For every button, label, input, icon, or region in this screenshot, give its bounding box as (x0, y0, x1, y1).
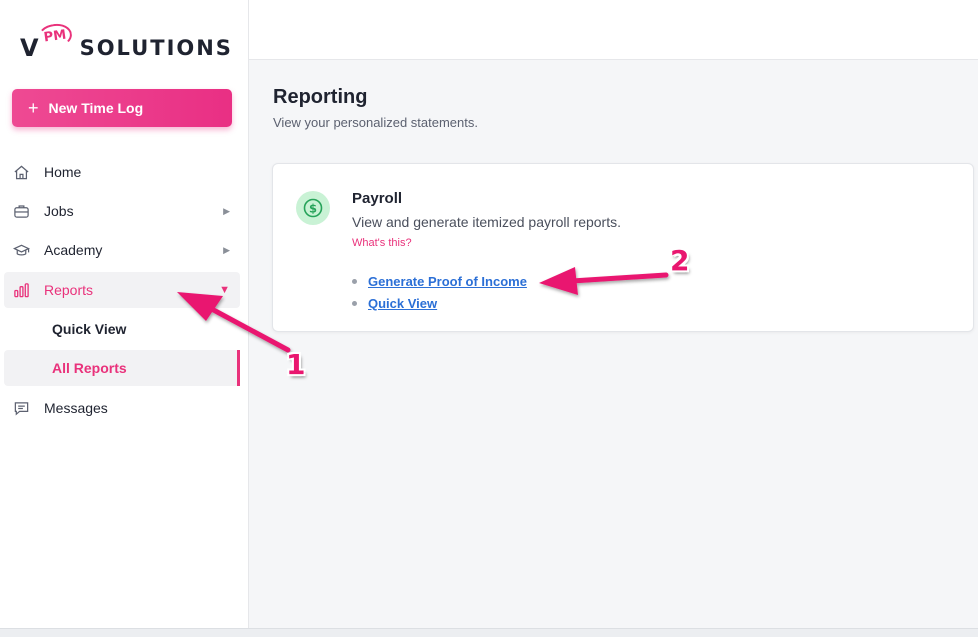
bullet (352, 300, 357, 306)
card-links: Generate Proof of Income Quick View (352, 270, 527, 314)
page-subtitle: View your personalized statements. (273, 115, 478, 130)
logo-text: SOLUTIONS (79, 36, 233, 60)
sidebar-subitem-label: All Reports (52, 360, 127, 376)
sidebar-item-label: Academy (44, 242, 103, 258)
quick-view-link[interactable]: Quick View (368, 296, 437, 311)
payroll-card: $ Payroll View and generate itemized pay… (272, 163, 974, 332)
chevron-down-icon: ▼ (219, 284, 230, 296)
svg-text:$: $ (309, 201, 317, 215)
annotation-number-2: 2 (670, 244, 690, 277)
top-header (249, 0, 978, 60)
sidebar: V PM SOLUTIONS + New Time Log Home Jobs … (0, 0, 249, 628)
generate-proof-of-income-link[interactable]: Generate Proof of Income (368, 274, 527, 289)
dollar-icon: $ (296, 191, 330, 225)
briefcase-icon (12, 202, 30, 220)
home-icon (12, 163, 30, 181)
card-title: Payroll (352, 190, 403, 207)
message-icon (12, 399, 30, 417)
logo-mark: V PM (20, 21, 74, 62)
sidebar-item-academy[interactable]: Academy ▶ (4, 232, 240, 268)
sidebar-item-home[interactable]: Home (4, 154, 240, 190)
bar-chart-icon (12, 281, 30, 299)
page-title: Reporting (273, 86, 368, 108)
list-item: Quick View (352, 292, 527, 314)
bullet (352, 278, 357, 284)
graduation-cap-icon (12, 241, 30, 259)
bottom-scrollbar (0, 628, 978, 637)
sidebar-item-label: Home (44, 164, 82, 180)
chevron-right-icon: ▶ (223, 244, 230, 255)
sidebar-item-reports[interactable]: Reports ▼ (4, 272, 240, 308)
sidebar-item-messages[interactable]: Messages (4, 390, 240, 426)
sidebar-subitem-all-reports[interactable]: All Reports (4, 350, 240, 386)
sidebar-item-label: Reports (44, 282, 94, 298)
whats-this-link[interactable]: What's this? (352, 237, 412, 249)
new-time-log-button[interactable]: + New Time Log (12, 89, 232, 127)
sidebar-item-label: Messages (44, 400, 108, 416)
annotation-number-1: 1 (286, 348, 306, 381)
plus-icon: + (28, 98, 39, 118)
sidebar-item-jobs[interactable]: Jobs ▶ (4, 193, 240, 229)
list-item: Generate Proof of Income (352, 270, 527, 292)
sidebar-subitem-label: Quick View (52, 321, 127, 337)
logo[interactable]: V PM SOLUTIONS (20, 21, 233, 64)
logo-pm-badge: PM (36, 21, 74, 51)
chevron-right-icon: ▶ (223, 205, 230, 216)
card-description: View and generate itemized payroll repor… (352, 214, 622, 230)
new-time-log-label: New Time Log (48, 100, 144, 116)
sidebar-item-label: Jobs (44, 203, 74, 219)
sidebar-subitem-quick-view[interactable]: Quick View (4, 311, 240, 347)
